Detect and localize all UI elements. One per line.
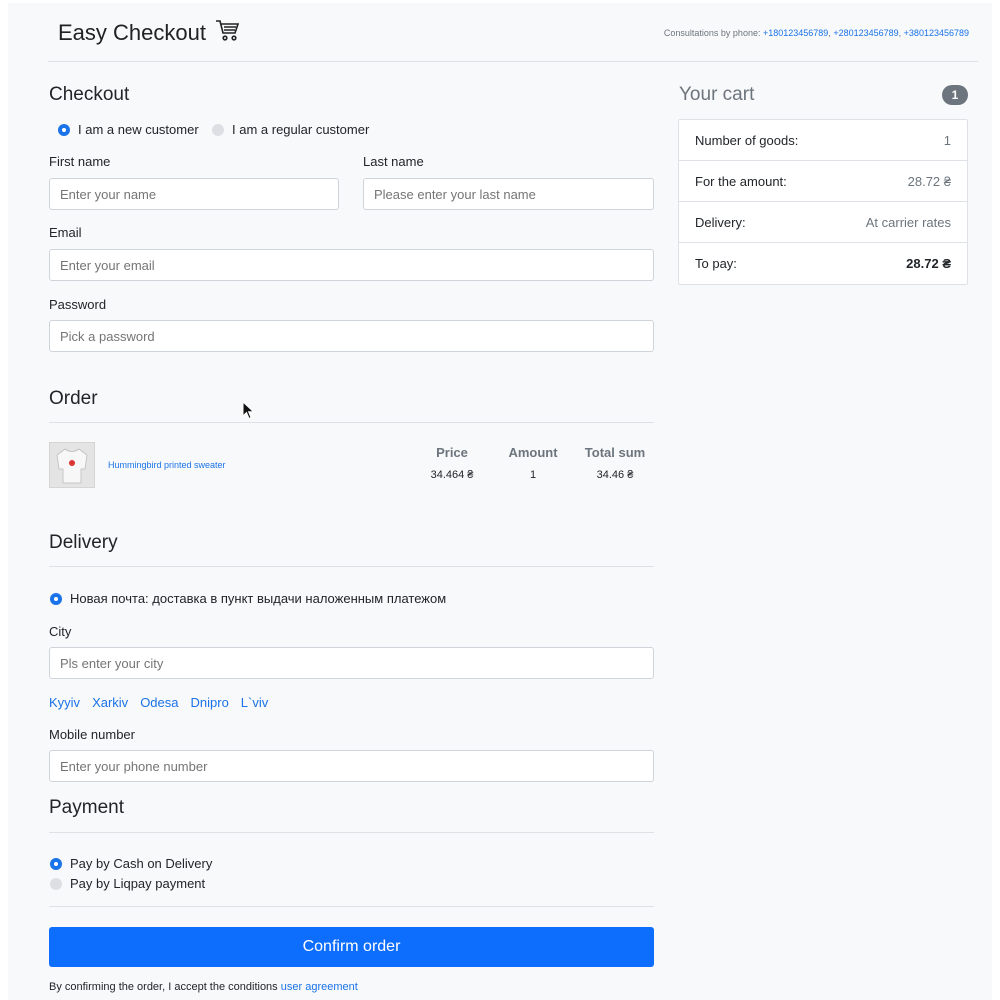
customer-type-new[interactable]: I am a new customer xyxy=(58,122,199,137)
last-name-label: Last name xyxy=(363,154,424,169)
city-input[interactable] xyxy=(49,647,654,679)
payment-option-liqpay[interactable]: Pay by Liqpay payment xyxy=(50,876,205,891)
product-image[interactable] xyxy=(49,442,95,488)
quick-city-dnipro[interactable]: Dnipro xyxy=(191,695,229,710)
terms-text: By confirming the order, I accept the co… xyxy=(49,981,278,993)
column-price: Price xyxy=(436,445,468,460)
payment-option-label: Pay by Cash on Delivery xyxy=(70,856,213,871)
sweater-icon xyxy=(56,448,88,484)
radio-selected-icon xyxy=(50,592,62,605)
checkout-page: Easy Checkout Consultations by phone: +1… xyxy=(8,3,992,1000)
order-title: Order xyxy=(49,388,98,409)
cart-row-label: Number of goods: xyxy=(695,132,799,148)
mobile-label: Mobile number xyxy=(49,727,135,742)
cart-title: Your cart xyxy=(679,84,755,105)
password-input[interactable] xyxy=(49,320,654,352)
password-label: Password xyxy=(49,297,107,312)
delivery-option[interactable]: Новая почта: доставка в пункт выдачи нал… xyxy=(50,591,446,606)
item-total: 34.46 ₴ xyxy=(596,469,634,481)
payment-title: Payment xyxy=(49,797,124,818)
phone-link-1[interactable]: +180123456789 xyxy=(763,28,828,38)
column-amount: Amount xyxy=(508,445,558,460)
radio-unselected-icon xyxy=(50,877,62,890)
payment-bottom-divider xyxy=(49,906,654,907)
radio-selected-icon xyxy=(58,123,70,136)
quick-city-xarkiv[interactable]: Xarkiv xyxy=(92,695,128,710)
customer-type-label: I am a new customer xyxy=(78,122,199,137)
mobile-input[interactable] xyxy=(49,750,654,782)
cart-row-delivery: Delivery: At carrier rates xyxy=(679,202,967,243)
cart-icon xyxy=(214,17,240,49)
mouse-cursor-icon xyxy=(242,400,256,426)
cart-row-value: 28.72 ₴ xyxy=(906,256,951,271)
cart-row-label: For the amount: xyxy=(695,173,787,189)
last-name-input[interactable] xyxy=(363,178,654,210)
first-name-input[interactable] xyxy=(49,178,339,210)
brand[interactable]: Easy Checkout xyxy=(58,17,240,49)
brand-title: Easy Checkout xyxy=(58,20,206,45)
email-label: Email xyxy=(49,225,82,240)
phone-link-2[interactable]: +280123456789 xyxy=(833,28,898,38)
item-amount: 1 xyxy=(529,469,537,481)
cart-row-amount: For the amount: 28.72 ₴ xyxy=(679,161,967,202)
cart-row-goods: Number of goods: 1 xyxy=(679,120,967,161)
delivery-title: Delivery xyxy=(49,532,118,553)
product-link[interactable]: Hummingbird printed sweater xyxy=(108,460,226,470)
radio-unselected-icon xyxy=(212,123,224,136)
customer-type-label: I am a regular customer xyxy=(232,122,370,137)
cart-count-badge: 1 xyxy=(942,85,968,105)
cart-row-value: 1 xyxy=(943,132,951,148)
cart-row-value: 28.72 ₴ xyxy=(907,173,951,189)
confirm-order-button[interactable]: Confirm order xyxy=(49,927,654,967)
cart-summary: Number of goods: 1 For the amount: 28.72… xyxy=(678,119,968,285)
quick-city-list: Kyyiv Xarkiv Odesa Dnipro L`viv xyxy=(49,695,268,710)
phone-link-3[interactable]: +380123456789 xyxy=(904,28,969,38)
cart-row-label: To pay: xyxy=(695,256,737,271)
quick-city-lviv[interactable]: L`viv xyxy=(241,695,268,710)
first-name-label: First name xyxy=(49,154,111,169)
header-divider xyxy=(48,61,978,62)
delivery-divider xyxy=(49,566,654,567)
order-divider xyxy=(49,422,654,423)
payment-divider xyxy=(49,832,654,833)
quick-city-kyyiv[interactable]: Kyyiv xyxy=(49,695,80,710)
radio-selected-icon xyxy=(50,857,62,870)
checkout-title: Checkout xyxy=(49,84,130,105)
quick-city-odesa[interactable]: Odesa xyxy=(140,695,178,710)
email-input[interactable] xyxy=(49,249,654,281)
payment-option-label: Pay by Liqpay payment xyxy=(70,876,206,891)
city-label: City xyxy=(49,624,72,639)
consult-label: Consultations by phone: xyxy=(663,28,761,38)
consultation-phones: Consultations by phone: +180123456789, +… xyxy=(663,28,969,38)
user-agreement-link[interactable]: user agreement xyxy=(281,981,358,993)
cart-row-to-pay: To pay: 28.72 ₴ xyxy=(679,243,967,284)
column-total: Total sum xyxy=(584,445,646,460)
item-price: 34.464 ₴ xyxy=(430,469,474,481)
cart-row-label: Delivery: xyxy=(695,214,746,230)
cart-row-value: At carrier rates xyxy=(865,214,951,230)
terms-notice: By confirming the order, I accept the co… xyxy=(49,981,358,993)
payment-option-cash[interactable]: Pay by Cash on Delivery xyxy=(50,856,212,871)
customer-type-regular[interactable]: I am a regular customer xyxy=(212,122,369,137)
delivery-option-label: Новая почта: доставка в пункт выдачи нал… xyxy=(70,591,447,606)
